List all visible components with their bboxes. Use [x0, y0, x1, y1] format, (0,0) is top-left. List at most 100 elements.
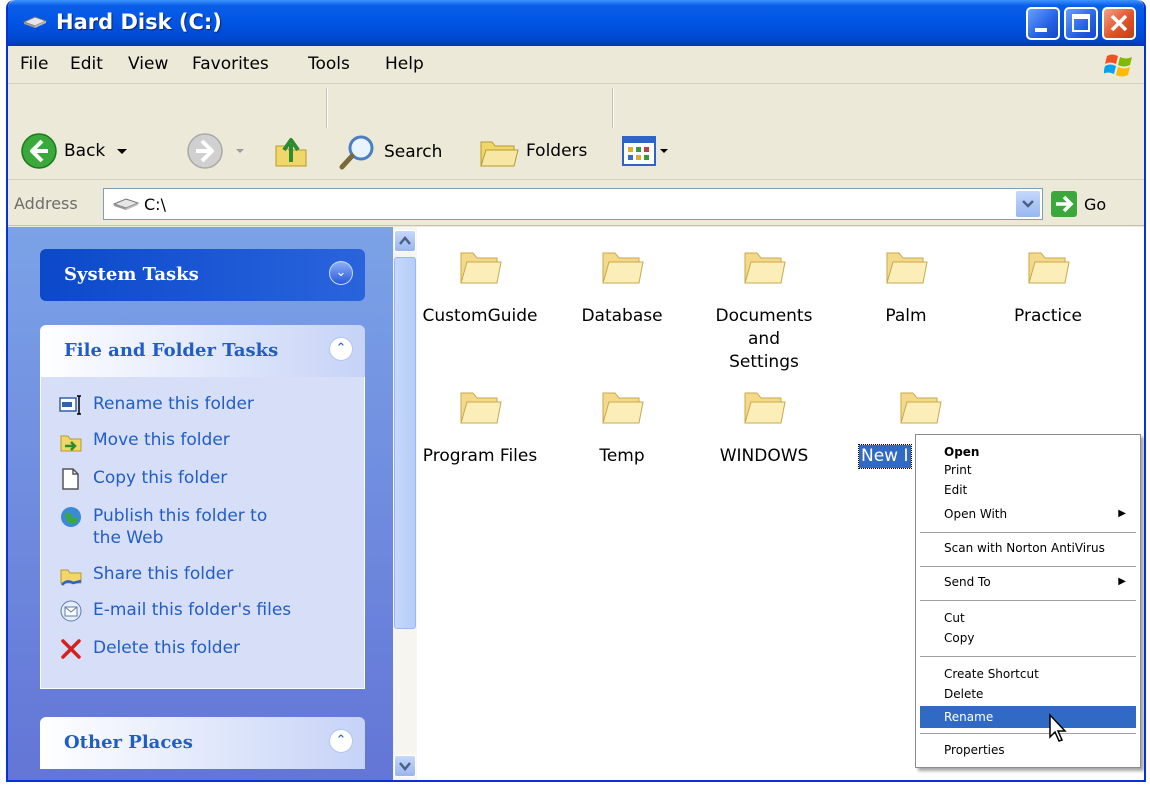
- menu-item-delete[interactable]: Delete: [920, 683, 1136, 705]
- toolbar-separator: [326, 88, 327, 128]
- close-icon: [1110, 14, 1128, 32]
- go-button[interactable]: Go: [1050, 190, 1106, 218]
- menu-item-copy[interactable]: Copy: [920, 627, 1136, 649]
- menu-item-edit[interactable]: Edit: [920, 479, 1136, 501]
- back-arrow-icon: [21, 133, 57, 169]
- task-rename-folder[interactable]: Rename this folder: [59, 393, 254, 417]
- task-email-files[interactable]: E-mail this folder's files: [59, 599, 291, 623]
- window-title: Hard Disk (C:): [56, 10, 222, 34]
- address-bar: Address C:\ Go: [8, 180, 1144, 226]
- folder-item[interactable]: Practice: [983, 245, 1113, 328]
- menu-item-rename[interactable]: Rename: [920, 706, 1136, 728]
- task-delete-folder[interactable]: Delete this folder: [59, 637, 240, 661]
- back-label: Back: [64, 141, 106, 161]
- task-copy-folder[interactable]: Copy this folder: [59, 467, 227, 491]
- collapse-icon[interactable]: ⌃: [329, 337, 353, 361]
- maximize-button[interactable]: [1064, 7, 1098, 40]
- scroll-thumb[interactable]: [394, 257, 416, 629]
- folder-name: Palm: [885, 306, 927, 326]
- hard-disk-icon: [22, 16, 48, 28]
- folder-name-edit[interactable]: New I: [858, 444, 912, 469]
- title-bar[interactable]: Hard Disk (C:): [8, 0, 1144, 46]
- forward-arrow-icon: [187, 133, 223, 169]
- back-button[interactable]: Back: [20, 132, 129, 170]
- email-icon: [60, 600, 82, 622]
- menu-item-open-with[interactable]: Open With ▶: [920, 503, 1136, 525]
- menu-item-create-shortcut[interactable]: Create Shortcut: [920, 663, 1136, 685]
- folder-item[interactable]: Palm: [841, 245, 971, 328]
- search-button[interactable]: Search: [338, 132, 442, 172]
- folders-button[interactable]: Folders: [478, 132, 587, 170]
- folder-item-new-folder[interactable]: New I: [841, 385, 942, 469]
- menu-favorites[interactable]: Favorites: [192, 54, 269, 74]
- system-tasks-title: System Tasks: [64, 264, 199, 285]
- menu-edit[interactable]: Edit: [70, 54, 103, 74]
- explorer-window: Hard Disk (C:) File Edit View Favorites …: [6, 0, 1146, 782]
- publish-web-icon: [61, 507, 81, 527]
- delete-icon: [61, 639, 81, 659]
- menu-help[interactable]: Help: [385, 54, 424, 74]
- menu-item-properties[interactable]: Properties: [920, 739, 1136, 761]
- folder-item[interactable]: Program Files: [415, 385, 545, 468]
- folder-name: Program Files: [422, 446, 538, 466]
- file-folder-tasks-header[interactable]: File and Folder Tasks ⌃: [40, 325, 365, 377]
- views-button[interactable]: [622, 136, 670, 166]
- menu-tools[interactable]: Tools: [308, 54, 350, 74]
- task-publish-web[interactable]: Publish this folder to the Web: [59, 505, 279, 549]
- menu-item-send-to[interactable]: Send To ▶: [920, 571, 1136, 593]
- folder-name: WINDOWS: [719, 446, 809, 466]
- up-folder-icon: [275, 138, 307, 167]
- menu-separator: [920, 733, 1136, 734]
- system-tasks-header[interactable]: System Tasks ⌄: [40, 249, 365, 301]
- scroll-up-button[interactable]: [394, 230, 416, 252]
- menu-item-norton-scan[interactable]: Scan with Norton AntiVirus: [920, 537, 1136, 559]
- task-pane: System Tasks ⌄ File and Folder Tasks ⌃ R…: [8, 227, 393, 780]
- task-label: Move this folder: [93, 430, 230, 450]
- folder-item[interactable]: Documents and Settings: [699, 245, 829, 374]
- folder-item[interactable]: WINDOWS: [699, 385, 829, 468]
- menu-separator: [920, 656, 1136, 657]
- task-pane-scrollbar[interactable]: [393, 227, 417, 780]
- submenu-arrow-icon: ▶: [1118, 576, 1126, 587]
- menu-item-print[interactable]: Print: [920, 459, 1136, 481]
- folder-icon: [460, 392, 502, 424]
- address-dropdown-button[interactable]: [1016, 191, 1040, 217]
- task-label: Copy this folder: [93, 468, 228, 488]
- expand-icon[interactable]: ⌄: [329, 261, 353, 285]
- task-move-folder[interactable]: Move this folder: [59, 429, 230, 453]
- chevron-down-icon: [1022, 200, 1034, 208]
- menu-separator: [920, 532, 1136, 533]
- folder-icon: [1028, 252, 1070, 284]
- scroll-down-button[interactable]: [394, 755, 416, 777]
- folder-name: Practice: [1014, 306, 1082, 326]
- menu-item-cut[interactable]: Cut: [920, 607, 1136, 629]
- folder-name: Database: [581, 306, 663, 326]
- folder-icon: [602, 392, 644, 424]
- folder-item[interactable]: CustomGuide: [415, 245, 545, 328]
- minimize-button[interactable]: [1026, 7, 1060, 40]
- folder-name: Documents and Settings: [715, 306, 813, 372]
- menu-file[interactable]: File: [20, 54, 48, 74]
- collapse-icon[interactable]: ⌃: [329, 729, 353, 753]
- forward-button[interactable]: [186, 132, 246, 170]
- file-folder-tasks-panel: Rename this folder Move this folder Copy…: [40, 377, 365, 689]
- menu-view[interactable]: View: [128, 54, 168, 74]
- task-share-folder[interactable]: Share this folder: [59, 563, 233, 587]
- chevron-down-icon: [117, 149, 128, 154]
- folder-icon: [900, 392, 942, 424]
- submenu-arrow-icon: ▶: [1118, 508, 1126, 519]
- up-folder-button[interactable]: [272, 132, 310, 170]
- task-label: Share this folder: [93, 564, 234, 584]
- folder-item[interactable]: Database: [557, 245, 687, 328]
- other-places-header[interactable]: Other Places ⌃: [40, 717, 365, 769]
- go-arrow-icon: [1051, 191, 1077, 217]
- minimize-icon: [1035, 28, 1047, 32]
- search-icon: [339, 135, 374, 170]
- folder-icon: [602, 252, 644, 284]
- address-input[interactable]: C:\: [103, 188, 1043, 220]
- file-folder-tasks-title: File and Folder Tasks: [64, 340, 279, 361]
- move-icon: [60, 435, 82, 452]
- maximize-icon: [1072, 14, 1090, 32]
- folder-item[interactable]: Temp: [557, 385, 687, 468]
- close-button[interactable]: [1102, 7, 1136, 40]
